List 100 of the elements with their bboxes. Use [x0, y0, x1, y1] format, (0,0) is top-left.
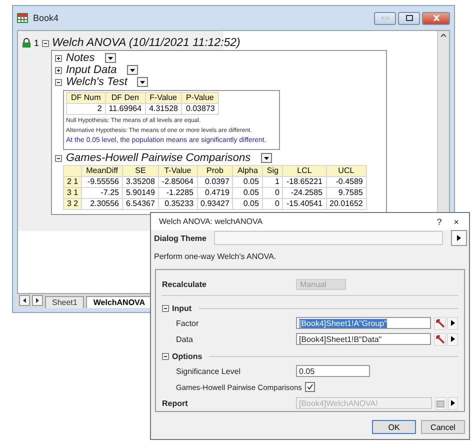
checkmark-icon — [306, 384, 313, 390]
table-cell: -1.2285 — [158, 188, 198, 198]
scroll-right-button[interactable] — [32, 295, 43, 306]
triangle-left-icon — [23, 298, 26, 303]
dropdown-button[interactable] — [126, 65, 138, 75]
field-label: Dialog Theme — [154, 234, 206, 242]
table-cell: 0.03873 — [181, 104, 218, 114]
field-label: Report — [162, 398, 189, 408]
arrow-button[interactable] — [451, 230, 467, 246]
dropdown-button[interactable] — [137, 77, 148, 87]
collapse-toggle[interactable] — [162, 352, 169, 360]
column-header: MeanDiff — [82, 166, 122, 176]
close-button[interactable] — [422, 12, 450, 24]
triangle-icon — [450, 320, 455, 326]
column-header: T-Value — [158, 166, 198, 176]
table-cell: -18.65221 — [282, 176, 326, 188]
column-header: LCL — [282, 166, 326, 176]
pick-range-icon[interactable] — [434, 332, 446, 346]
table-cell: 0.05 — [232, 176, 262, 188]
lock-icon — [22, 38, 31, 48]
dialog-button[interactable]: Cancel — [421, 420, 465, 434]
table-cell: 4.31528 — [145, 104, 182, 114]
sheet-tab[interactable]: Sheet1 — [45, 296, 84, 308]
table-cell: 5.90149 — [122, 188, 158, 198]
maximize-button[interactable] — [398, 12, 420, 24]
close-button[interactable]: × — [454, 216, 459, 226]
caret-icon — [130, 68, 135, 72]
column-header: F-Value — [145, 92, 182, 104]
table-cell: 0.4719 — [197, 188, 233, 198]
collapse-toggle[interactable] — [55, 78, 62, 86]
field-label: Data — [175, 334, 194, 344]
table-cell: 2.30556 — [82, 198, 122, 210]
column-header: P-Value — [181, 92, 218, 104]
table-cell: 6.54367 — [122, 198, 158, 210]
collapse-toggle[interactable] — [162, 304, 169, 312]
field-label: Factor — [175, 318, 200, 328]
sheet-tab[interactable]: WelchANOVA — [86, 296, 152, 308]
row-header: 3 2 — [64, 198, 82, 210]
workbook-icon — [17, 13, 28, 23]
table-cell: 0.0397 — [197, 176, 233, 188]
dialog-button[interactable]: OK — [372, 420, 416, 434]
table-cell: 0.93427 — [197, 198, 233, 210]
input-field[interactable]: 0.05 — [296, 365, 370, 377]
caret-icon — [264, 156, 269, 160]
dropdown-button[interactable] — [104, 53, 116, 63]
table-cell: 9.7585 — [326, 188, 366, 198]
table-cell: 0.35233 — [158, 198, 198, 210]
table-cell: -15.40541 — [282, 198, 326, 210]
close-icon — [432, 15, 440, 21]
expand-toggle[interactable] — [55, 66, 62, 74]
table-cell: 0.05 — [232, 198, 262, 210]
column-header: UCL — [326, 166, 366, 176]
table-cell: -2.85064 — [158, 176, 198, 188]
table-cell: -9.55556 — [82, 176, 122, 188]
triangle-icon — [457, 235, 461, 241]
section-title: Welch's Test — [66, 76, 128, 88]
caret-icon — [140, 80, 146, 84]
table-cell: 1 — [262, 176, 283, 188]
table-cell: -7.25 — [82, 188, 122, 198]
report-title: Welch ANOVA (10/11/2021 11:12:52) — [52, 37, 240, 49]
maximize-icon — [406, 15, 412, 21]
help-button[interactable]: ? — [436, 216, 442, 226]
checkbox[interactable] — [304, 382, 315, 392]
column-header: Alpha — [232, 166, 262, 176]
table-cell: 0.05 — [232, 188, 262, 198]
caret-icon — [108, 56, 113, 60]
row-header: 2 1 — [64, 176, 82, 188]
column-header: Sig — [262, 166, 283, 176]
field-label: Significance Level — [175, 366, 242, 376]
row-header: 3 1 — [64, 188, 82, 198]
description-text: Perform one-way Welch's ANOVA. — [153, 251, 278, 263]
table-cell: 20.01652 — [326, 198, 366, 210]
group-title: Input — [172, 304, 192, 312]
collapse-toggle[interactable] — [55, 154, 62, 162]
expand-toggle[interactable] — [55, 54, 62, 62]
range-field[interactable]: [Book4]Sheet1!A"Group" — [296, 317, 432, 329]
minimize-icon — [382, 17, 388, 19]
theme-field[interactable] — [214, 231, 443, 245]
table-cell: 2 — [66, 104, 106, 114]
scroll-left-button[interactable] — [19, 295, 30, 306]
dialog-title: Welch ANOVA: welchANOVA — [159, 217, 264, 226]
table-cell: 0 — [262, 198, 283, 210]
column-header: SE — [122, 166, 158, 176]
pick-range-icon[interactable] — [434, 316, 446, 330]
triangle-icon — [450, 336, 455, 342]
dropdown-button[interactable] — [260, 153, 272, 163]
window-title: Book4 — [33, 13, 59, 23]
chevron-up-icon — [441, 34, 446, 37]
section-title: Games-Howell Pairwise Comparisons — [66, 152, 251, 164]
triangle-right-icon — [36, 298, 39, 303]
section-title: Notes — [66, 52, 95, 64]
table-cell: 11.69964 — [105, 104, 146, 114]
range-field[interactable]: [Book4]Sheet1!B"Data" — [296, 333, 432, 345]
column-header: Prob — [197, 166, 233, 176]
table-cell: 3.35208 — [122, 176, 158, 188]
table-cell: -24.2585 — [282, 188, 326, 198]
collapse-toggle[interactable] — [42, 40, 50, 46]
table-cell: 0 — [262, 188, 283, 198]
table-cell: -0.4589 — [326, 176, 366, 188]
field-label: Recalculate — [162, 280, 208, 288]
